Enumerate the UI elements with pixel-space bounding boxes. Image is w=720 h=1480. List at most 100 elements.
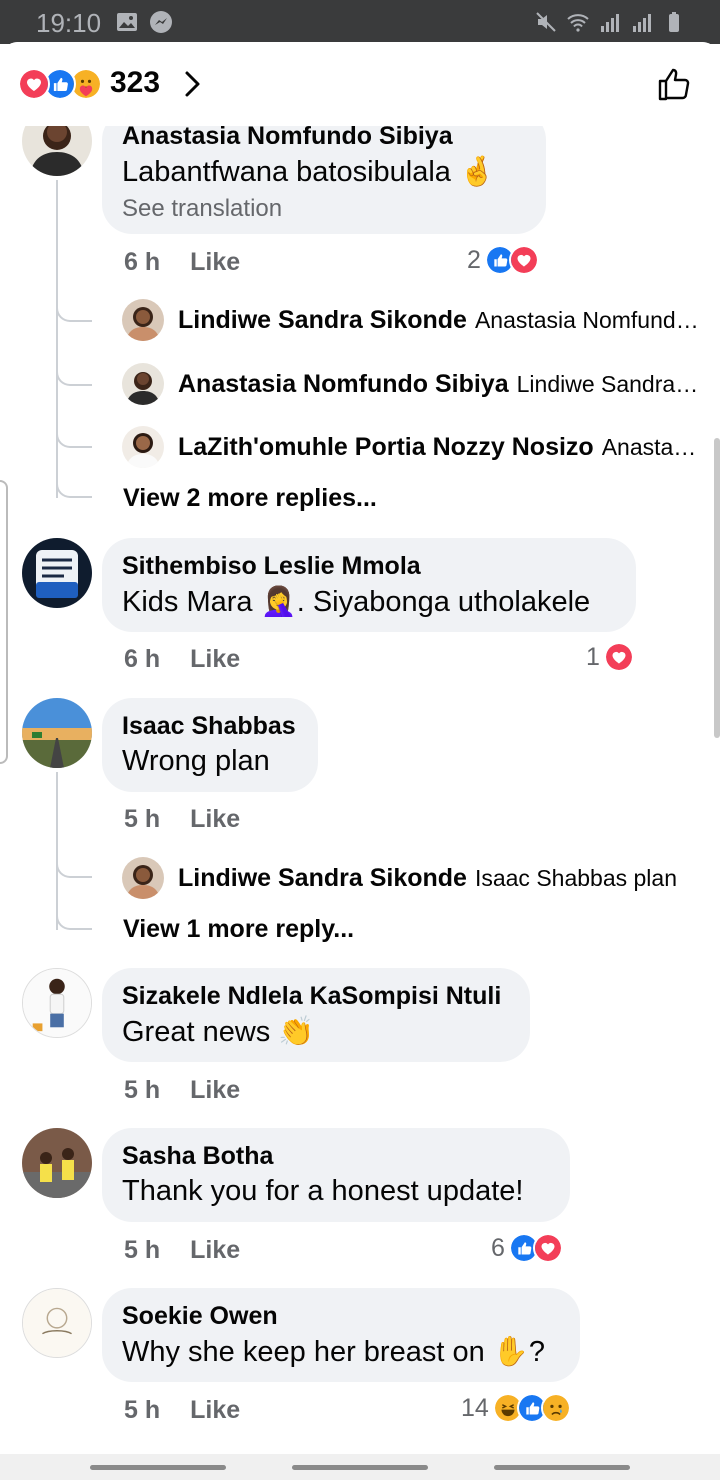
avatar[interactable] [122,857,164,899]
like-button[interactable]: Like [190,1396,240,1425]
comment-author[interactable]: Sithembiso Leslie Mmola [122,552,616,581]
comment-bubble[interactable]: Anastasia Nomfundo Sibiya Labantfwana ba… [102,110,546,234]
reply-preview: Lindiwe Sandra Sikonde [516,370,702,397]
back-button[interactable] [494,1465,630,1470]
comment-text: Labantfwana batosibulala 🤞 [122,156,496,188]
comment-time: 5 h [124,1236,161,1264]
reply-preview: Isaac Shabbas plan [474,864,677,891]
reaction-count: 6 [491,1233,505,1262]
avatar[interactable] [22,698,92,768]
comment-time: 6 h [124,248,161,276]
comment-time: 5 h [124,1076,161,1104]
see-translation-link[interactable]: See translation [122,195,526,223]
thread-connector [56,904,92,930]
avatar[interactable] [122,426,164,468]
avatar[interactable] [22,1288,92,1358]
comment-actions: 6 h Like [124,645,240,674]
reaction-count: 14 [461,1393,489,1422]
status-bar: 19:10 [0,0,720,44]
reply-author[interactable]: Lindiwe Sandra Sikonde [178,306,467,335]
reactions-header: 323 [0,42,720,126]
comment-reactions[interactable]: 2 [467,244,539,276]
thread-connector [56,852,92,878]
comment-reactions[interactable]: 6 [491,1232,563,1264]
avatar[interactable] [22,968,92,1038]
comment-time: 6 h [124,645,161,673]
comment-actions: 5 h Like [124,1236,240,1265]
reaction-count: 2 [467,245,481,274]
reply-author[interactable]: Lindiwe Sandra Sikonde [178,864,467,893]
reply-item[interactable]: Lindiwe Sandra Sikonde Isaac Shabbas pla… [122,856,704,900]
avatar[interactable] [22,1128,92,1198]
thread-connector [56,422,92,448]
like-button[interactable]: Like [190,1076,240,1105]
scrollbar[interactable] [714,438,720,738]
like-button[interactable]: Like [190,645,240,674]
signal-icon [633,14,651,32]
signal-icon [601,14,619,32]
sad-reaction-icon [540,1393,571,1423]
comment-bubble[interactable]: Isaac Shabbas Wrong plan [102,698,318,792]
battery-icon [669,12,679,32]
thread-connector [56,360,92,386]
avatar[interactable] [122,299,164,341]
avatar[interactable] [22,538,92,608]
reaction-count: 1 [586,642,600,671]
thread-line [56,180,58,498]
comment-author[interactable]: Soekie Owen [122,1302,560,1331]
mute-icon [536,12,556,32]
like-post-icon[interactable] [654,64,694,104]
like-button[interactable]: Like [190,805,240,834]
like-button[interactable]: Like [190,248,240,277]
recent-apps-button[interactable] [90,1465,226,1470]
comments-sheet: 323 Anastasia Nomfundo Sibiya Labantfwan… [0,42,720,1454]
reply-preview: Anastasia Nomfundo Sibiya [601,433,702,460]
reply-preview: Anastasia Nomfundo Sibiya [474,306,702,333]
edge-panel-handle[interactable] [0,480,8,764]
thread-connector [56,296,92,322]
comment-bubble[interactable]: Soekie Owen Why she keep her breast on ✋… [102,1288,580,1382]
comment-text: Wrong plan [122,745,270,777]
reactions-summary[interactable] [18,68,108,100]
comment-text: Kids Mara 🤦‍♀️. Siyabonga utholakele [122,586,591,618]
reply-item[interactable]: LaZith'omuhle Portia Nozzy Nosizo Anasta… [122,425,702,469]
comment-author[interactable]: Isaac Shabbas [122,712,298,741]
love-reaction-icon [532,1233,563,1263]
comment-reactions[interactable]: 14 [461,1392,571,1424]
comment-text: Thank you for a honest update! [122,1175,524,1207]
comment-bubble[interactable]: Sasha Botha Thank you for a honest updat… [102,1128,570,1222]
chevron-right-icon[interactable] [178,68,208,100]
reply-author[interactable]: LaZith'omuhle Portia Nozzy Nosizo [178,433,594,462]
reply-author[interactable]: Anastasia Nomfundo Sibiya [178,370,509,399]
status-time: 19:10 [36,8,102,38]
comment-actions: 5 h Like [124,1076,240,1105]
comment-time: 5 h [124,805,161,833]
reply-item[interactable]: Lindiwe Sandra Sikonde Anastasia Nomfund… [122,298,702,342]
view-more-replies-link[interactable]: View 2 more replies... [123,484,377,513]
love-reaction-icon [508,245,539,275]
comment-time: 5 h [124,1396,161,1424]
comment-text: Great news 👏 [122,1016,315,1048]
thread-connector [56,472,92,498]
avatar[interactable] [122,363,164,405]
messenger-icon [150,11,172,33]
comment-actions: 5 h Like [124,805,240,834]
comment-actions: 5 h Like [124,1396,240,1425]
reaction-count[interactable]: 323 [110,66,160,100]
comment-author[interactable]: Sasha Botha [122,1142,550,1171]
love-reaction-icon [603,642,634,672]
home-button[interactable] [292,1465,428,1470]
system-nav-bar [0,1454,720,1480]
reply-item[interactable]: Anastasia Nomfundo Sibiya Lindiwe Sandra… [122,362,702,406]
love-reaction-icon [18,68,50,100]
comment-actions: 6 h Like [124,248,240,277]
view-more-replies-link[interactable]: View 1 more reply... [123,915,354,944]
like-button[interactable]: Like [190,1236,240,1265]
comment-text: Why she keep her breast on ✋? [122,1336,545,1368]
comment-bubble[interactable]: Sizakele Ndlela KaSompisi Ntuli Great ne… [102,968,530,1062]
image-icon [117,13,137,31]
comment-author[interactable]: Sizakele Ndlela KaSompisi Ntuli [122,982,510,1011]
comment-author[interactable]: Anastasia Nomfundo Sibiya [122,122,526,151]
comment-reactions[interactable]: 1 [586,641,634,673]
comment-bubble[interactable]: Sithembiso Leslie Mmola Kids Mara 🤦‍♀️. … [102,538,636,632]
